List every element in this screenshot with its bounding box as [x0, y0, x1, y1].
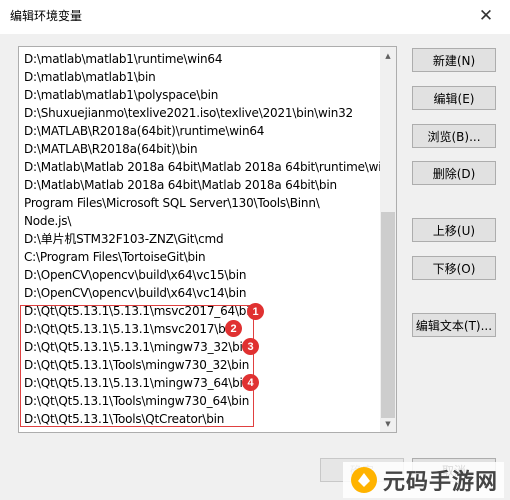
path-list-item[interactable]: D:\Qt\Qt5.13.1\5.13.1\msvc2017\bin [19, 320, 381, 338]
watermark-logo-icon [350, 467, 377, 493]
title-bar: 编辑环境变量 ✕ [0, 0, 510, 34]
move-up-button[interactable]: 上移(U) [412, 218, 496, 242]
path-list-item[interactable]: D:\matlab\matlab1\runtime\win64 [19, 50, 381, 68]
scrollbar-thumb[interactable] [381, 212, 395, 418]
browse-button[interactable]: 浏览(B)... [412, 124, 496, 148]
window-title: 编辑环境变量 [10, 9, 83, 23]
path-list: D:\matlab\matlab1\runtime\win64 D:\matlab… [19, 50, 381, 428]
path-list-item[interactable]: D:\MATLAB\R2018a(64bit)\bin [19, 140, 381, 158]
badge-4: 4 [242, 374, 259, 391]
badge-2: 2 [225, 320, 242, 337]
badge-3: 3 [242, 338, 259, 355]
path-list-item[interactable]: D:\单片机STM32F103-ZNZ\Git\cmd [19, 230, 381, 248]
edit-text-button[interactable]: 编辑文本(T)... [412, 313, 496, 337]
path-list-item[interactable]: D:\Qt\Qt5.13.1\5.13.1\mingw73_64\bin [19, 374, 381, 392]
path-list-item[interactable]: D:\matlab\matlab1\polyspace\bin [19, 86, 381, 104]
path-list-item[interactable]: Node.js\ [19, 212, 381, 230]
move-down-button[interactable]: 下移(O) [412, 256, 496, 280]
path-list-item[interactable]: D:\Qt\Qt5.13.1\5.13.1\msvc2017_64\bin [19, 302, 381, 320]
new-button[interactable]: 新建(N) [412, 48, 496, 72]
path-list-item[interactable]: D:\Qt\Qt5.13.1\Tools\mingw730_64\bin [19, 392, 381, 410]
delete-button[interactable]: 删除(D) [412, 161, 496, 185]
path-list-item[interactable]: D:\Qt\Qt5.13.1\Tools\QtCreator\bin [19, 410, 381, 428]
path-list-item[interactable]: D:\MATLAB\R2018a(64bit)\runtime\win64 [19, 122, 381, 140]
scroll-up-icon[interactable]: ▲ [380, 47, 396, 64]
badge-1: 1 [247, 303, 264, 320]
path-list-item[interactable]: D:\Qt\Qt5.13.1\5.13.1\mingw73_32\bin [19, 338, 381, 356]
close-icon[interactable]: ✕ [472, 3, 500, 29]
path-listbox[interactable]: D:\matlab\matlab1\runtime\win64 D:\matlab… [18, 46, 397, 433]
path-list-item[interactable]: D:\Matlab\Matlab 2018a 64bit\Matlab 2018… [19, 158, 381, 176]
path-list-item[interactable]: D:\matlab\matlab1\bin [19, 68, 381, 86]
path-list-item[interactable]: Program Files\Microsoft SQL Server\130\T… [19, 194, 381, 212]
path-list-item[interactable]: C:\Program Files\TortoiseGit\bin [19, 248, 381, 266]
watermark-text: 元码手游网 [382, 470, 498, 495]
edit-button[interactable]: 编辑(E) [412, 86, 496, 110]
path-list-item[interactable]: D:\OpenCV\opencv\build\x64\vc15\bin [19, 266, 381, 284]
path-list-item[interactable]: D:\Qt\Qt5.13.1\Tools\mingw730_32\bin [19, 356, 381, 374]
path-list-item[interactable]: D:\Matlab\Matlab 2018a 64bit\Matlab 2018… [19, 176, 381, 194]
scroll-down-icon[interactable]: ▼ [380, 415, 396, 432]
path-list-item[interactable]: D:\Shuxuejianmo\texlive2021.iso\texlive\… [19, 104, 381, 122]
watermark: 元码手游网 [342, 462, 504, 498]
vertical-scrollbar[interactable]: ▲ ▼ [380, 47, 396, 432]
path-list-item[interactable]: D:\OpenCV\opencv\build\x64\vc14\bin [19, 284, 381, 302]
